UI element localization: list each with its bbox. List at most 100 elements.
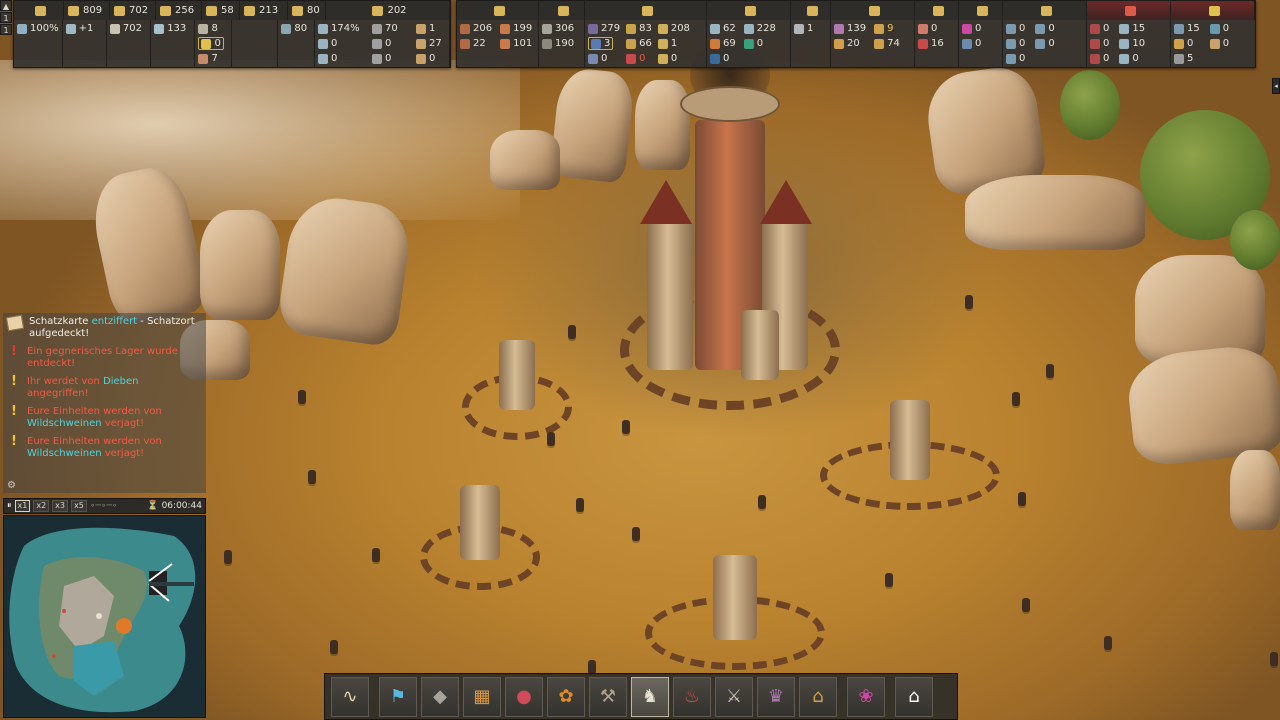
col-workers[interactable]: 133 [151,20,196,68]
home-icon[interactable]: ⌂ [895,676,933,717]
unit[interactable] [330,640,338,654]
unit[interactable] [1022,598,1030,612]
header-weapons[interactable] [1003,1,1087,20]
header-carriers[interactable]: 58 [202,1,240,20]
unit[interactable] [547,432,555,446]
unit[interactable] [298,390,306,404]
road-icon[interactable]: ∿ [331,676,369,717]
unit[interactable] [372,548,380,562]
unit[interactable] [1012,392,1020,406]
col-food[interactable]: 139 20 9 74 [831,20,915,68]
unit[interactable] [588,660,596,674]
header-gold[interactable] [791,1,831,20]
flag-icon[interactable]: ⚑ [379,676,417,717]
header-meat[interactable] [915,1,959,20]
col-carriers[interactable]: 8 0 7 [195,20,233,68]
speed-x5-button[interactable]: x5 [71,500,87,512]
watchtower[interactable] [820,385,1000,510]
col-gold[interactable]: 1 [791,20,831,68]
tab-2[interactable]: 1 [0,24,12,35]
watchtower[interactable] [462,320,572,440]
unit[interactable] [568,325,576,339]
unit[interactable] [885,573,893,587]
pause-icon[interactable]: ⏸ [7,501,12,511]
header-soldiers[interactable]: 80 [288,1,326,20]
col-specialists[interactable]: 174% 0 0 70 0 0 1 27 0 [315,20,450,68]
header-armor[interactable] [1171,1,1255,20]
food-icon[interactable]: ● [505,676,543,717]
col-weapons[interactable]: 0 0 0 0 0 [1003,20,1087,68]
header-food[interactable] [831,1,915,20]
col-growth[interactable]: +1 [63,20,107,68]
right-panel-toggle[interactable]: ◂ [1272,78,1280,94]
notification-settings-icon[interactable]: ⚙ [7,480,16,491]
unit[interactable] [632,527,640,541]
header-goods[interactable] [959,1,1003,20]
col-wood[interactable]: 206 22 199 101 [457,20,539,68]
statue-icon[interactable]: ♞ [631,676,669,717]
unit[interactable] [965,295,973,309]
speed-x2-button[interactable]: x2 [33,500,50,512]
header-home[interactable] [14,1,64,20]
unit[interactable] [1104,636,1112,650]
notification-item[interactable]: ! Eure Einheiten werden von Wildschweinen… [3,403,206,433]
unit[interactable] [1270,652,1278,666]
military-icon[interactable]: ⚔ [715,676,753,717]
col-meat[interactable]: 0 16 [915,20,959,68]
speed-x1-button[interactable]: x1 [14,500,31,512]
header-tools[interactable] [585,1,707,20]
col-stone[interactable]: 306 190 [539,20,585,68]
header-metals[interactable] [707,1,791,20]
col-military[interactable]: 0 0 0 15 10 0 [1087,20,1171,68]
col-tools[interactable]: 279 3 0 83 66 0 208 1 0 [585,20,707,68]
decoration-icon[interactable]: ❀ [847,676,885,717]
notification-item[interactable]: Schatzkarte entziffert - Schatzort aufge… [3,313,206,343]
tab-1[interactable]: 1 [0,12,12,23]
header-workers[interactable]: 256 [156,1,202,20]
side-tower [647,220,693,370]
col-builders[interactable] [232,20,279,68]
market-icon[interactable]: ⌂ [799,676,837,717]
unit[interactable] [758,495,766,509]
header-housing[interactable]: 702 [110,1,156,20]
unit[interactable] [576,498,584,512]
grain-value: 139 [847,23,867,34]
col-armor[interactable]: 15 0 5 0 0 [1171,20,1255,68]
col-housing[interactable]: 702 [107,20,152,68]
header-specialists[interactable]: 202 [326,1,450,20]
header-wood[interactable] [457,1,539,20]
quarry-icon[interactable]: ◆ [421,676,459,717]
unit[interactable] [622,420,630,434]
header-builders[interactable]: 213 [240,1,288,20]
bag-icon [198,53,209,64]
speed-x3-button[interactable]: x3 [52,500,68,512]
header-total[interactable]: 809 [64,1,110,20]
notification-item[interactable]: ! Ihr werdet von Dieben angegriffen! [3,373,206,403]
col-metals[interactable]: 62 69 0 228 0 [707,20,791,68]
longsword-icon [1119,23,1130,34]
watchtower[interactable] [645,535,825,670]
col-goods[interactable]: 0 0 [959,20,1003,68]
col-satisfaction[interactable]: 100% [14,20,63,68]
notification-item[interactable]: ! Eure Einheiten werden von Wildschweinen… [3,433,206,463]
castle-keep[interactable] [610,80,850,410]
col-soldiers[interactable]: 80 [278,20,315,68]
storage-icon[interactable]: ▦ [463,676,501,717]
header-stone[interactable] [539,1,585,20]
farm-icon[interactable]: ✿ [547,676,585,717]
collapse-tab-icon[interactable]: ▲ [0,0,12,11]
unit[interactable] [1018,492,1026,506]
notification-item[interactable]: ! Ein gegnerisches Lager wurde entdeckt! [3,343,206,373]
religion-icon[interactable]: ♨ [673,676,711,717]
knife-icon [657,53,668,64]
unit[interactable] [1046,364,1054,378]
header-military[interactable] [1087,1,1171,20]
tower-body [499,340,535,410]
workers-value: 256 [175,5,195,16]
unit[interactable] [308,470,316,484]
watchtower[interactable] [420,470,540,590]
smith-icon[interactable]: ⚒ [589,676,627,717]
minimap[interactable] [3,515,206,718]
unit[interactable] [224,550,232,564]
academy-icon[interactable]: ♛ [757,676,795,717]
